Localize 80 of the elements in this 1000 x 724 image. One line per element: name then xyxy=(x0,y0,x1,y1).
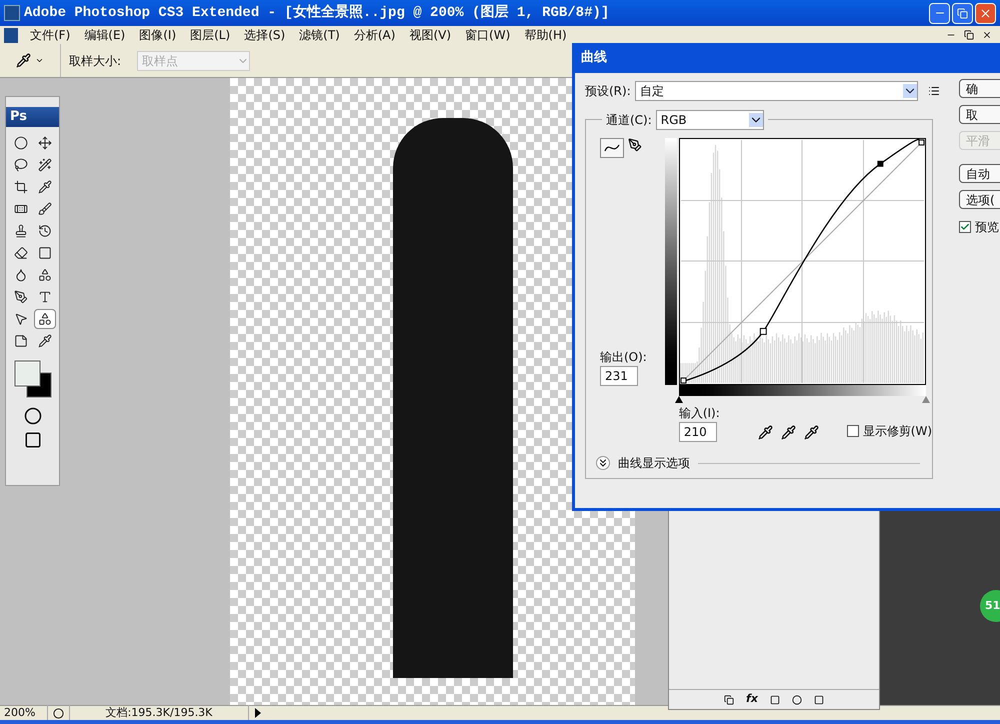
minimize-button[interactable] xyxy=(929,2,950,24)
output-label: 输出(O): xyxy=(600,349,648,366)
arrow-icon xyxy=(14,312,28,326)
menu-item[interactable]: 帮助(H) xyxy=(518,26,573,44)
curve-tool-icon xyxy=(604,143,620,153)
preview-label: 预览 xyxy=(975,219,999,236)
menu-item[interactable]: 滤镜(T) xyxy=(293,26,346,44)
curve-point[interactable] xyxy=(877,160,884,167)
close-button[interactable] xyxy=(975,2,996,24)
dropdown-icon xyxy=(902,84,917,98)
restore-button[interactable] xyxy=(952,2,973,24)
ellipse-select-icon xyxy=(14,136,28,150)
magic-wand-icon xyxy=(38,158,52,172)
lasso-icon xyxy=(14,158,28,172)
menu-item[interactable]: 图像(I) xyxy=(133,26,182,44)
curve-tool-button[interactable] xyxy=(600,138,624,158)
app-icon xyxy=(4,5,20,21)
menu-item[interactable]: 分析(A) xyxy=(348,26,402,44)
restore-icon xyxy=(957,8,968,18)
curve-point[interactable] xyxy=(918,140,924,146)
dropdown-icon xyxy=(748,113,763,127)
history-brush-icon xyxy=(38,224,52,238)
show-clipping-checkbox[interactable] xyxy=(846,425,859,437)
menu-item[interactable]: 图层(L) xyxy=(184,26,236,44)
input-highlight-slider[interactable] xyxy=(922,396,930,403)
show-clipping-label: 显示修剪(W) xyxy=(862,423,932,440)
menu-item[interactable]: 选择(S) xyxy=(238,26,292,44)
sample-size-label: 取样大小: xyxy=(68,52,122,70)
menu-item[interactable]: 视图(V) xyxy=(403,26,458,44)
dialog-title: 曲线 xyxy=(580,49,608,68)
eyedropper-icon[interactable] xyxy=(758,425,773,440)
move-icon xyxy=(38,136,52,150)
pen-icon xyxy=(14,290,28,304)
window-title: Adobe Photoshop CS3 Extended - [女性全景照..jpg @ 200% (图层 1, RGB/8#)] xyxy=(24,3,610,22)
pencil-icon[interactable] xyxy=(628,138,642,152)
crop-icon xyxy=(14,180,28,194)
eyedropper-icon[interactable] xyxy=(780,425,796,440)
input-shadow-slider[interactable] xyxy=(674,396,683,403)
dialog-button[interactable]: 取 xyxy=(959,105,1000,124)
output-field[interactable]: 231 xyxy=(600,366,638,386)
curve-point[interactable] xyxy=(680,378,686,384)
doc-restore-icon[interactable] xyxy=(964,30,974,40)
type-icon xyxy=(38,290,52,304)
drop-icon xyxy=(14,268,28,282)
foreground-color-swatch[interactable] xyxy=(14,360,40,386)
menu-item[interactable]: 文件(F) xyxy=(24,26,76,44)
shape-icon xyxy=(38,312,52,326)
input-field[interactable]: 210 xyxy=(678,422,717,442)
caret-icon[interactable] xyxy=(35,56,44,65)
eraser-icon xyxy=(14,246,28,260)
expand-icon[interactable] xyxy=(596,456,610,470)
dialog-button[interactable]: 确 xyxy=(959,79,1000,98)
tool-button[interactable] xyxy=(34,309,56,329)
check-icon xyxy=(960,222,970,232)
brush-icon xyxy=(38,202,52,216)
preview-checkbox[interactable] xyxy=(959,221,971,233)
dialog-button[interactable]: 选项( xyxy=(959,190,1000,209)
ps-doc-icon xyxy=(4,28,18,42)
background-color-swatch[interactable] xyxy=(26,372,51,398)
bandage-icon xyxy=(14,202,28,216)
display-options-label: 曲线显示选项 xyxy=(618,455,690,472)
eyedropper-icon[interactable] xyxy=(804,425,819,440)
dialog-button[interactable]: 自动 xyxy=(959,164,1000,183)
menu-item[interactable]: 窗口(W) xyxy=(459,26,516,44)
eyedropper-icon[interactable] xyxy=(16,53,31,68)
input-label: 输入(I): xyxy=(678,405,720,422)
fx-button[interactable]: fx xyxy=(746,691,758,708)
eyedropper-icon xyxy=(38,334,52,348)
stamp-icon xyxy=(14,224,28,238)
curve-point[interactable] xyxy=(760,328,767,335)
note-icon xyxy=(14,334,28,348)
ps-logo: Ps xyxy=(6,107,59,127)
channel-label: 通道(C): xyxy=(606,112,652,129)
menu-item[interactable]: 编辑(E) xyxy=(78,26,132,44)
preset-select[interactable]: 自定 xyxy=(634,81,918,101)
preset-label: 预设(R): xyxy=(585,83,631,100)
channel-select[interactable]: RGB xyxy=(656,110,764,130)
doc-close-icon[interactable] xyxy=(982,30,992,40)
status-icon[interactable] xyxy=(53,708,64,718)
close-icon xyxy=(979,6,992,20)
